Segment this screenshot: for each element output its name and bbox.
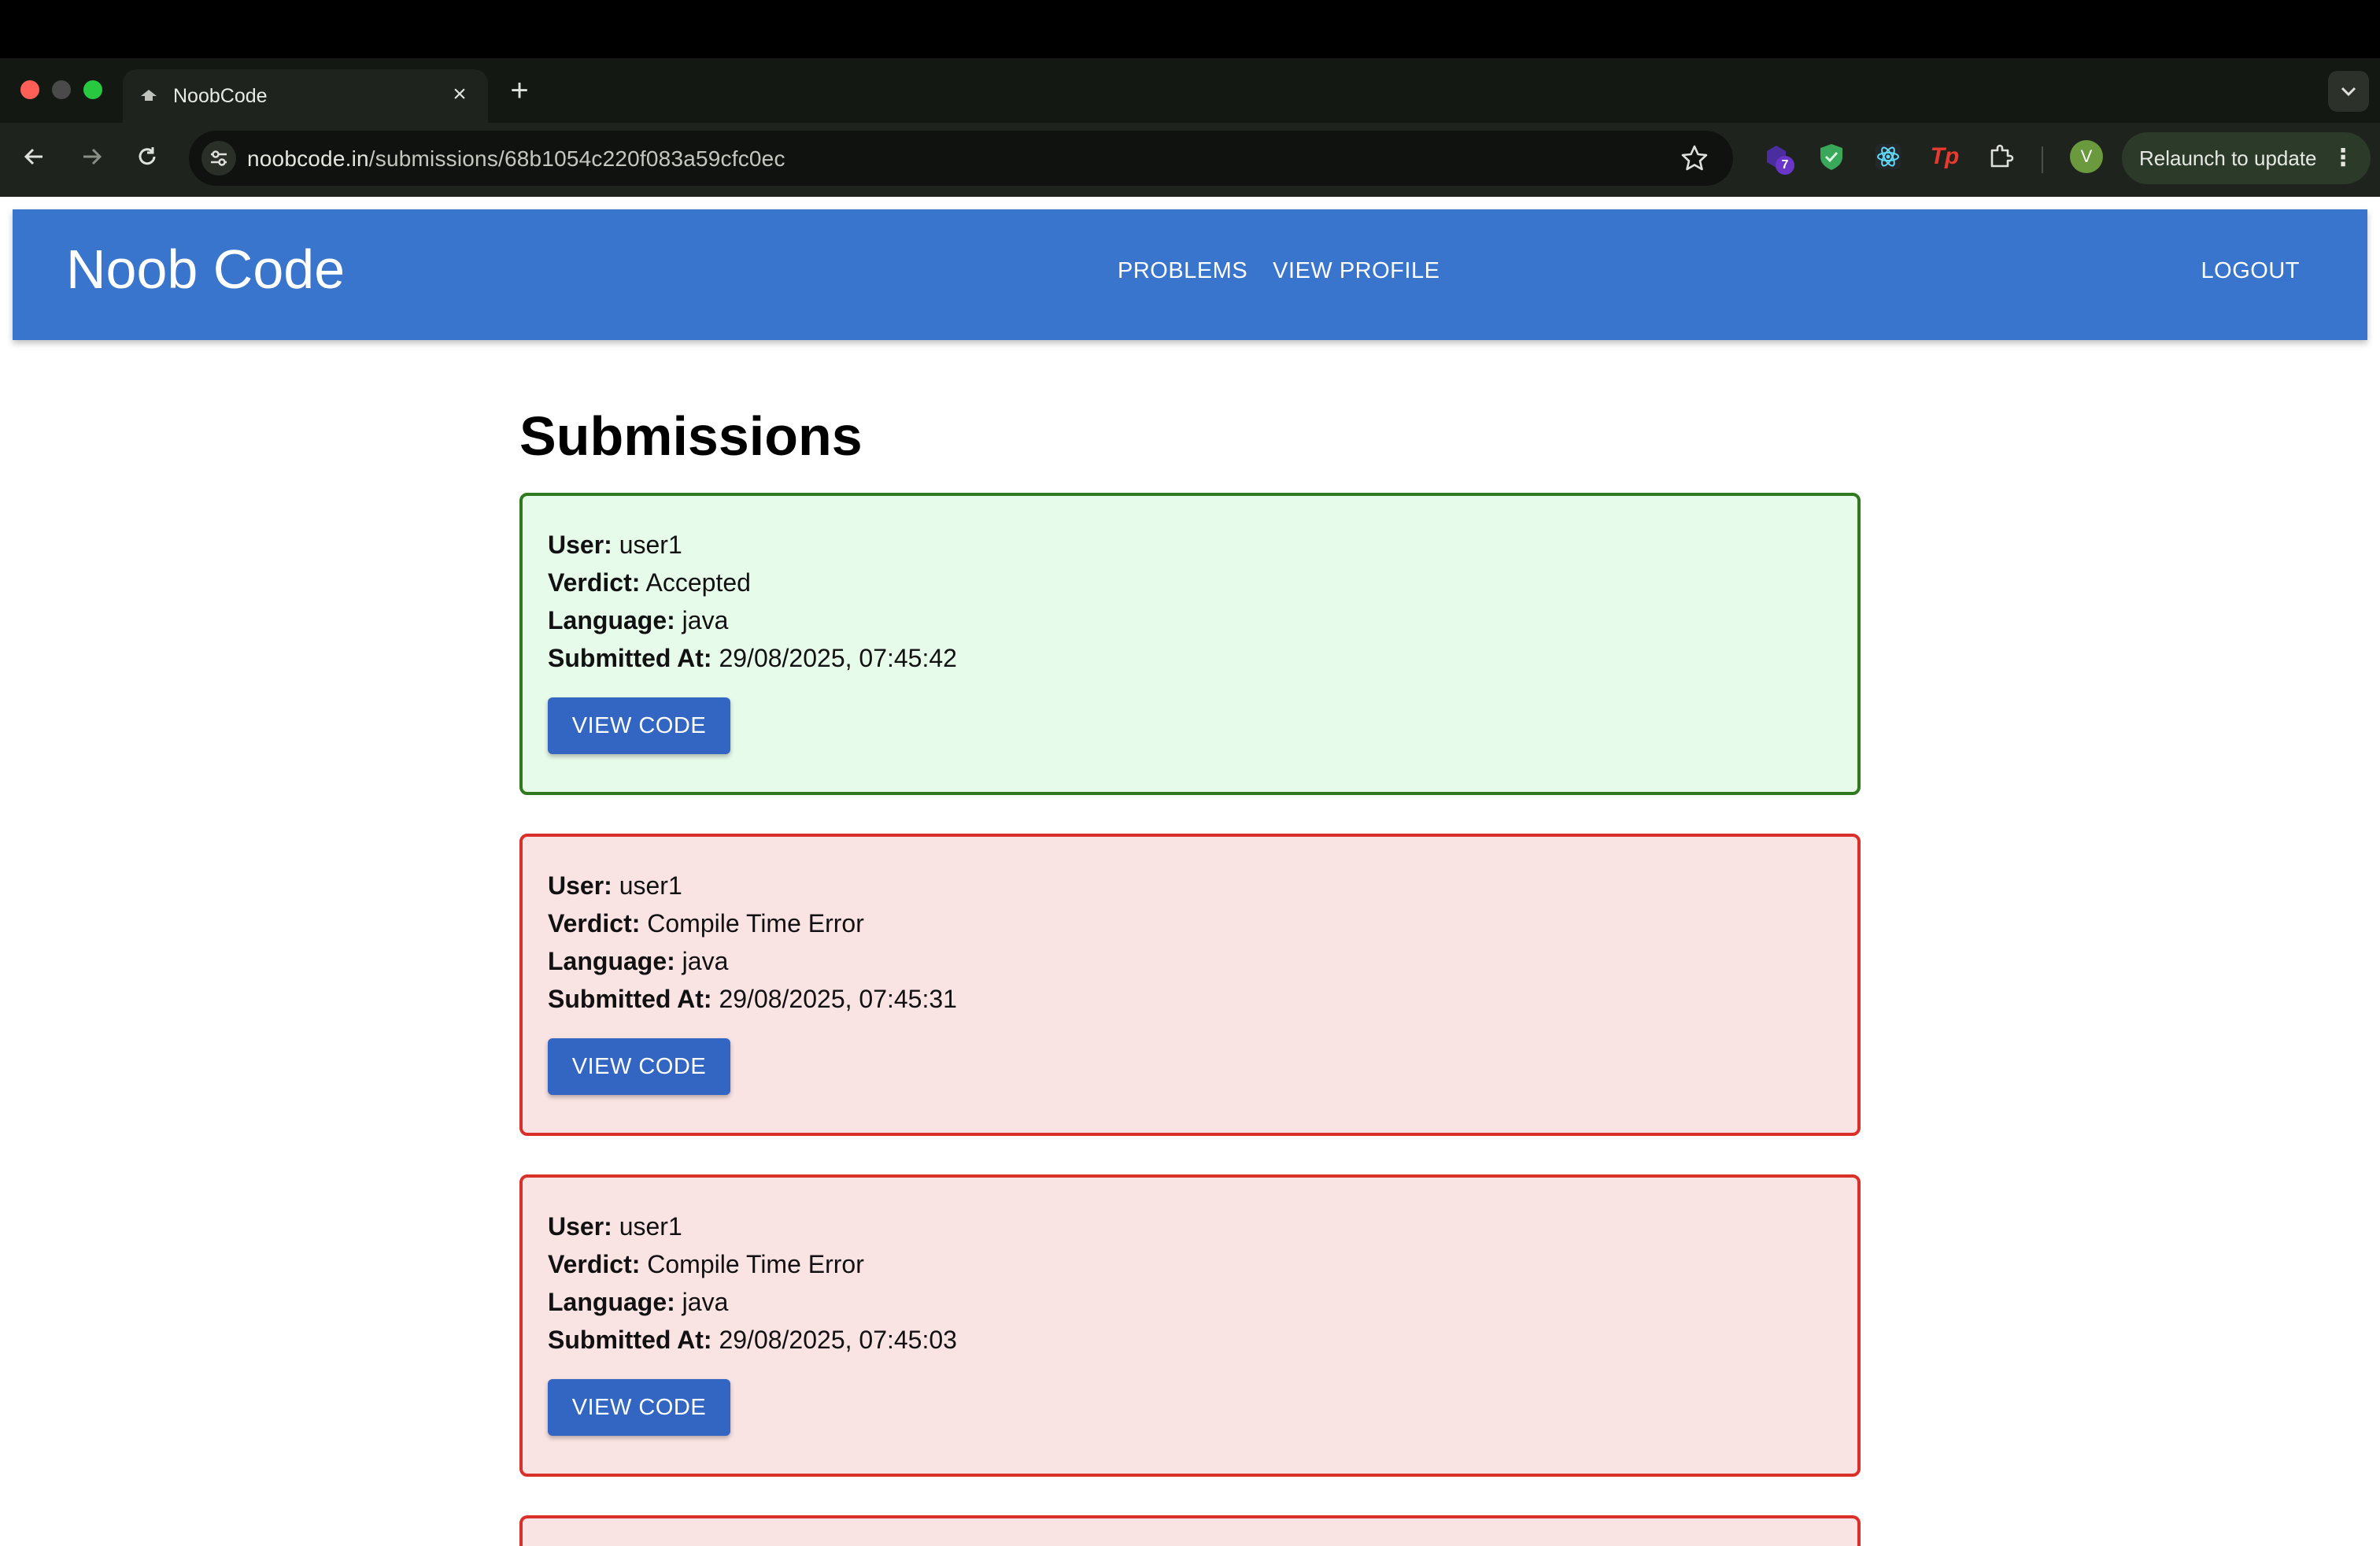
view-code-button[interactable]: VIEW CODE [548,1379,730,1436]
close-icon[interactable]: × [445,80,474,109]
tp-extension-label: Tp [1930,143,1960,169]
verdict-value: Accepted [645,568,751,597]
language-value: java [682,947,729,975]
language-value: java [682,606,729,634]
user-value: user1 [619,531,682,559]
star-icon[interactable] [1680,143,1709,173]
forward-icon[interactable] [72,137,112,176]
submitted-at-field: Submitted At: 29/08/2025, 07:45:42 [548,644,957,672]
browser-tab[interactable]: NoobCode × [123,69,488,123]
page-content: Noob Code PROBLEMS VIEW PROFILE LOGOUT S… [0,197,2380,1546]
user-field: User: user1 [548,871,682,900]
browser-chrome: NoobCode × + noobcode.in/submissions/68b… [0,58,2380,197]
tune-icon[interactable] [201,141,236,176]
window-close-button[interactable] [20,80,39,99]
submission-card: User: user1 Verdict: Accepted Language: … [519,493,1861,795]
window-minimize-button[interactable] [52,80,71,99]
tab-strip: NoobCode × + [0,58,2380,123]
puzzle-icon[interactable] [1982,137,2021,176]
language-value: java [682,1288,729,1316]
submission-card: User: user1 Verdict: Compile Time Error … [519,1174,1861,1477]
more-vert-icon[interactable]: ⋮ [2331,132,2355,184]
browser-toolbar: noobcode.in/submissions/68b1054c220f083a… [0,123,2380,197]
extension-hexagon-icon[interactable]: 7 [1757,137,1796,176]
submitted-at-field: Submitted At: 29/08/2025, 07:45:31 [548,985,957,1013]
language-field: Language: java [548,606,729,634]
back-icon[interactable] [14,137,54,176]
submitted-at-field: Submitted At: 29/08/2025, 07:45:03 [548,1326,957,1354]
view-code-button[interactable]: VIEW CODE [548,1038,730,1095]
reload-icon[interactable] [128,137,167,176]
url-text: noobcode.in/submissions/68b1054c220f083a… [247,146,785,172]
relaunch-label: Relaunch to update [2139,146,2317,170]
extension-badge: 7 [1776,156,1794,175]
verdict-value: Compile Time Error [647,1250,864,1278]
react-atom-icon[interactable] [1868,137,1908,176]
language-field: Language: java [548,947,729,975]
main-nav: PROBLEMS VIEW PROFILE [1118,258,1439,284]
nav-problems[interactable]: PROBLEMS [1118,258,1247,284]
toolbar-separator [2042,146,2043,173]
user-field: User: user1 [548,531,682,559]
tp-extension-icon[interactable]: Tp [1925,137,1964,176]
nav-view-profile[interactable]: VIEW PROFILE [1273,258,1439,284]
window-zoom-button[interactable] [83,80,102,99]
chevron-down-icon[interactable] [2328,71,2369,112]
app-header: Noob Code PROBLEMS VIEW PROFILE LOGOUT [13,209,2367,340]
submission-card: User: user1 Verdict: Compile Time Error … [519,834,1861,1136]
verdict-value: Compile Time Error [647,909,864,938]
submission-card-partial [519,1515,1861,1546]
language-field: Language: java [548,1288,729,1316]
brand-logo[interactable]: Noob Code [66,238,345,301]
shield-icon[interactable] [1812,137,1851,176]
view-code-button[interactable]: VIEW CODE [548,697,730,754]
verdict-field: Verdict: Compile Time Error [548,909,864,938]
favicon-icon [141,90,157,101]
user-value: user1 [619,1212,682,1241]
verdict-field: Verdict: Accepted [548,568,751,597]
url-host: noobcode.in [247,146,369,171]
address-bar[interactable]: noobcode.in/submissions/68b1054c220f083a… [189,131,1733,186]
os-menu-bar [0,0,2380,58]
submitted-at-value: 29/08/2025, 07:45:31 [719,985,957,1013]
submitted-at-value: 29/08/2025, 07:45:03 [719,1326,957,1354]
page-title: Submissions [519,405,863,467]
submitted-at-value: 29/08/2025, 07:45:42 [719,644,957,672]
avatar[interactable]: V [2070,140,2103,173]
user-field: User: user1 [548,1212,682,1241]
user-value: user1 [619,871,682,900]
plus-icon[interactable]: + [504,75,535,107]
verdict-field: Verdict: Compile Time Error [548,1250,864,1278]
relaunch-button[interactable]: Relaunch to update ⋮ [2122,132,2371,184]
url-path: /submissions/68b1054c220f083a59cfc0ec [368,146,785,171]
tab-title: NoobCode [173,85,268,107]
logout-button[interactable]: LOGOUT [2201,258,2300,284]
